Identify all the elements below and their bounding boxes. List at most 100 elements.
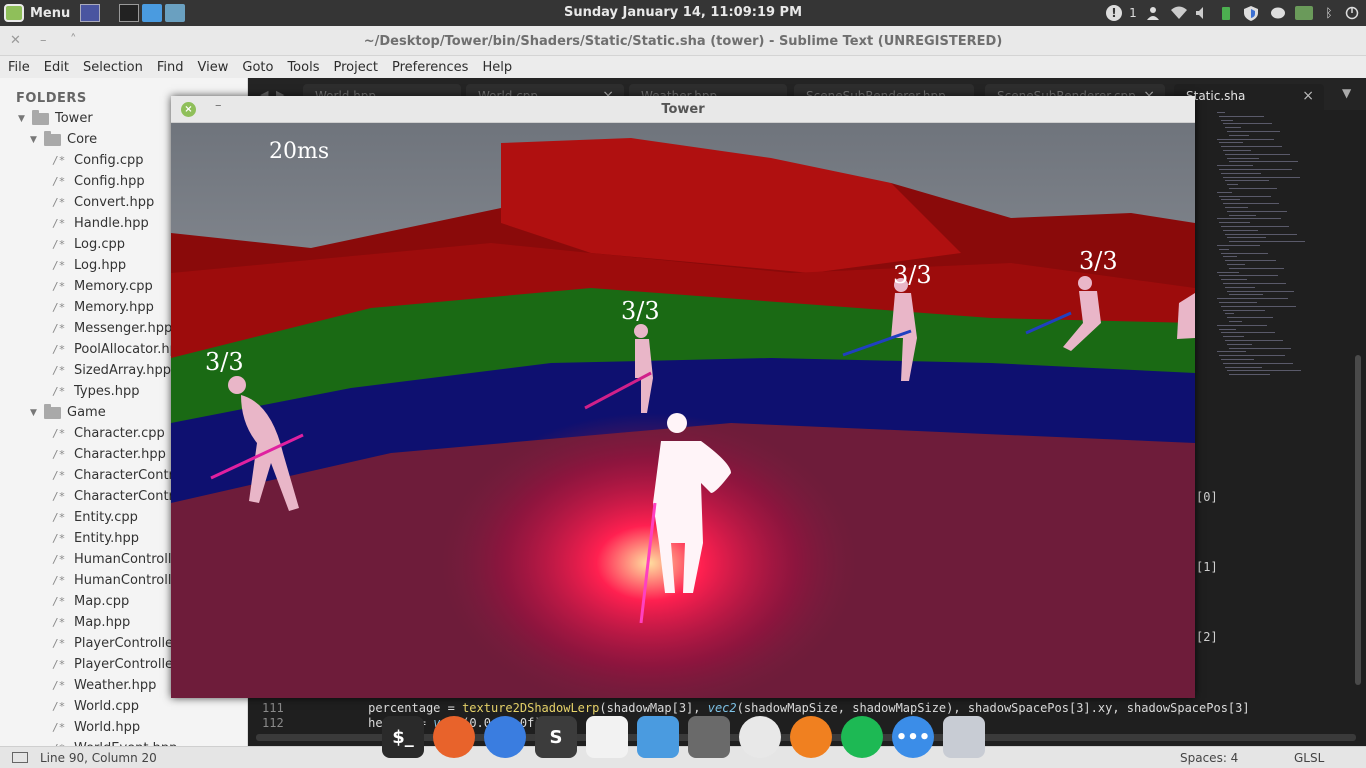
spotify-icon[interactable] xyxy=(841,716,883,758)
sidebar-file[interactable]: /* Map.hpp xyxy=(52,612,130,633)
sidebar-file[interactable]: /* Types.hpp xyxy=(52,381,140,402)
vertical-scrollbar[interactable] xyxy=(1355,355,1361,685)
messaging-icon[interactable]: ••• xyxy=(892,716,934,758)
tree-item-label: Convert.hpp xyxy=(74,195,155,210)
menu-tools[interactable]: Tools xyxy=(280,60,326,75)
falkon-icon[interactable] xyxy=(739,716,781,758)
shield-icon[interactable] xyxy=(1243,5,1259,21)
blender-icon[interactable] xyxy=(790,716,832,758)
files-icon[interactable] xyxy=(637,716,679,758)
sidebar-file[interactable]: /* Character.hpp xyxy=(52,444,166,465)
sidebar-file[interactable]: /* Entity.hpp xyxy=(52,528,139,549)
tree-item-label: Weather.hpp xyxy=(74,678,157,693)
sidebar-file[interactable]: /*WorldEvent.hpp xyxy=(52,738,177,746)
sidebar-file[interactable]: /* Log.cpp xyxy=(52,234,125,255)
menu-find[interactable]: Find xyxy=(150,60,191,75)
health-label: 3/3 xyxy=(893,261,932,289)
power-icon[interactable] xyxy=(1344,5,1360,21)
notification-count: 1 xyxy=(1129,6,1137,20)
sidebar-file[interactable]: /* PoolAllocator.hpp xyxy=(52,339,186,360)
sidebar-folder[interactable]: ▼ Core xyxy=(30,129,97,150)
volume-icon[interactable] xyxy=(1194,5,1210,21)
chrome-icon[interactable] xyxy=(484,716,526,758)
minimap-line xyxy=(1217,191,1232,193)
health-label: 3/3 xyxy=(205,348,244,376)
minimap-line xyxy=(1227,264,1245,265)
game-viewport[interactable]: 20ms 3/3 3/3 3/3 3/3 xyxy=(171,123,1195,713)
menu-help[interactable]: Help xyxy=(475,60,519,75)
terminal-launcher-icon[interactable] xyxy=(119,4,139,22)
sidebar-file[interactable]: /* Handle.hpp xyxy=(52,213,149,234)
wifi-icon[interactable] xyxy=(1170,5,1188,21)
source-file-icon: /* xyxy=(52,175,66,188)
firefox-icon[interactable] xyxy=(433,716,475,758)
menu-view[interactable]: View xyxy=(191,60,236,75)
menu-edit[interactable]: Edit xyxy=(37,60,76,75)
minimap-line xyxy=(1225,366,1262,368)
terminal-icon[interactable]: $_ xyxy=(382,716,424,758)
expand-icon[interactable]: ▼ xyxy=(30,408,42,418)
health-label: 3/3 xyxy=(1079,247,1118,275)
minimap[interactable] xyxy=(1213,110,1358,390)
expand-icon[interactable]: ▼ xyxy=(18,114,30,124)
sidebar-file[interactable]: /* Character.cpp xyxy=(52,423,165,444)
console-toggle-icon[interactable] xyxy=(12,752,28,763)
menu-file[interactable]: File xyxy=(0,60,37,75)
chat-icon[interactable] xyxy=(1270,5,1286,21)
window-title-bar[interactable]: ✕ – ˄ ~/Desktop/Tower/bin/Shaders/Static… xyxy=(0,26,1366,56)
tab-static-sha[interactable]: Static.sha × xyxy=(1174,84,1324,110)
sidebar-file[interactable]: /* Config.hpp xyxy=(52,171,145,192)
minimap-line xyxy=(1229,374,1270,376)
show-desktop-icon[interactable] xyxy=(80,4,100,22)
source-file-icon: /* xyxy=(52,511,66,524)
sidebar-file[interactable]: /* Memory.cpp xyxy=(52,276,153,297)
game-title-bar[interactable]: × – Tower xyxy=(171,96,1195,123)
tree-item-label: Messenger.hpp xyxy=(74,321,173,336)
sidebar-file[interactable]: /* Config.cpp xyxy=(52,150,144,171)
calculator-icon[interactable] xyxy=(688,716,730,758)
minimap-line xyxy=(1229,241,1305,243)
minimap-line xyxy=(1219,355,1285,357)
menu-goto[interactable]: Goto xyxy=(235,60,280,75)
tower-game-window[interactable]: × – Tower 20ms 3/3 3/3 3/3 3/3 xyxy=(171,96,1195,713)
image-viewer-launcher-icon[interactable] xyxy=(165,4,185,22)
indentation-setting[interactable]: Spaces: 4 xyxy=(1180,751,1238,765)
minimap-line xyxy=(1219,275,1278,277)
sidebar-file[interactable]: /* Log.hpp xyxy=(52,255,126,276)
sidebar-file[interactable]: /* Convert.hpp xyxy=(52,192,154,213)
sidebar-file[interactable]: /* SizedArray.hpp xyxy=(52,360,171,381)
sidebar-file[interactable]: /* Map.cpp xyxy=(52,591,129,612)
sidebar-folder[interactable]: ▼ Game xyxy=(30,402,106,423)
sidebar-file[interactable]: /* World.cpp xyxy=(52,696,139,717)
clock[interactable]: Sunday January 14, 11:09:19 PM xyxy=(564,5,802,20)
update-manager-icon[interactable] xyxy=(1294,5,1314,21)
minimap-line xyxy=(1221,226,1289,227)
user-icon[interactable] xyxy=(1145,5,1161,21)
minimap-line xyxy=(1217,165,1253,167)
sidebar-folder[interactable]: ▼ Tower xyxy=(18,108,93,129)
sidebar-file[interactable]: /* Memory.hpp xyxy=(52,297,154,318)
window-switcher-icon[interactable] xyxy=(943,716,985,758)
tab-close-icon[interactable]: × xyxy=(1302,88,1314,104)
sublime-text-icon[interactable]: S xyxy=(535,716,577,758)
files-launcher-icon[interactable] xyxy=(142,4,162,22)
sidebar-file[interactable]: /* Messenger.hpp xyxy=(52,318,172,339)
minimap-line xyxy=(1217,138,1274,140)
text-editor-icon[interactable] xyxy=(586,716,628,758)
sidebar-file[interactable]: /* World.hpp xyxy=(52,717,140,738)
syntax-mode[interactable]: GLSL xyxy=(1294,751,1324,765)
sidebar-file[interactable]: /* Weather.hpp xyxy=(52,675,156,696)
source-file-icon: /* xyxy=(52,217,66,230)
minimap-line xyxy=(1229,188,1277,189)
warning-icon[interactable]: ! xyxy=(1106,5,1122,21)
tab-dropdown-icon[interactable]: ▼ xyxy=(1342,86,1351,100)
bluetooth-icon[interactable]: ᛒ xyxy=(1322,5,1336,21)
expand-icon[interactable]: ▼ xyxy=(30,135,42,145)
menu-preferences[interactable]: Preferences xyxy=(385,60,475,75)
start-menu-button[interactable]: Menu xyxy=(4,2,70,24)
battery-icon[interactable] xyxy=(1220,5,1232,21)
menu-project[interactable]: Project xyxy=(326,60,384,75)
sidebar-file[interactable]: /* Entity.cpp xyxy=(52,507,138,528)
menu-selection[interactable]: Selection xyxy=(76,60,150,75)
tree-item-label: World.cpp xyxy=(74,699,140,714)
